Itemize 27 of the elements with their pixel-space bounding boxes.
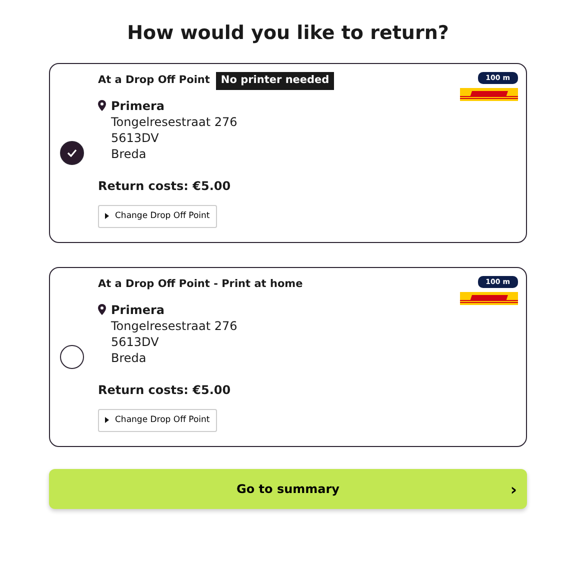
change-drop-off-button[interactable]: Change Drop Off Point <box>98 408 217 432</box>
page-title: How would you like to return? <box>126 22 450 45</box>
address-line: Tongelresestraat 276 <box>111 114 238 130</box>
change-drop-off-button[interactable]: Change Drop Off Point <box>98 204 217 228</box>
check-icon <box>67 148 77 157</box>
option-tag: No printer needed <box>216 72 334 90</box>
location-name: Primera <box>111 302 166 318</box>
address-line: Tongelresestraat 276 <box>111 318 238 334</box>
option-title: At a Drop Off Point <box>98 72 210 88</box>
address-line: 5613DV <box>111 130 160 146</box>
radio-button[interactable] <box>60 140 84 165</box>
caret-icon <box>105 213 109 220</box>
address-line: Breda <box>111 146 148 162</box>
return-cost: Return costs: €5.00 <box>98 382 232 399</box>
chevron-icon: › <box>510 478 517 502</box>
go-to-summary-button[interactable]: Go to summary › <box>49 468 527 509</box>
location-name: Primera <box>111 98 166 114</box>
option-title: At a Drop Off Point - Print at home <box>98 276 303 292</box>
location-pin-icon <box>98 304 106 315</box>
return-cost: Return costs: €5.00 <box>98 178 232 195</box>
caret-icon <box>105 417 109 424</box>
radio-button[interactable] <box>60 344 84 369</box>
location-pin-icon <box>98 100 106 111</box>
address-line: 5613DV <box>111 334 160 350</box>
address-line: Breda <box>111 350 148 366</box>
carrier-logo <box>460 88 518 102</box>
carrier-logo <box>460 292 518 306</box>
